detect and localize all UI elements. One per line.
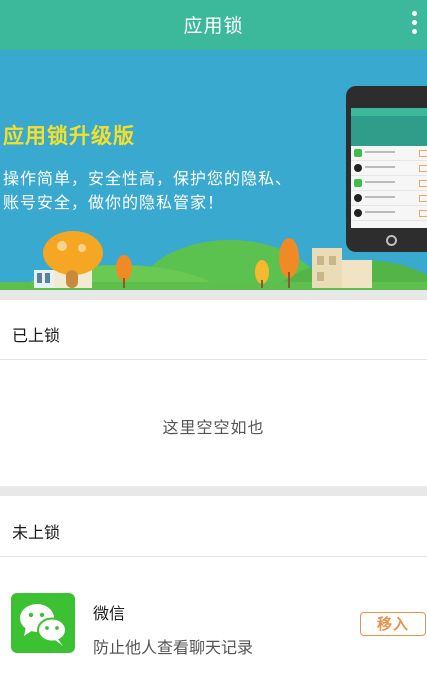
section-gap <box>0 290 427 300</box>
page-title: 应用锁 <box>183 15 244 37</box>
unlocked-section-title: 未上锁 <box>12 523 61 542</box>
app-description: 防止他人查看聊天记录 <box>93 638 254 657</box>
upgrade-banner[interactable]: 应用锁升级版 操作简单，安全性高，保护您的隐私、账号安全，做你的隐私管家！ <box>0 50 427 290</box>
top-app-bar: 应用锁 <box>0 0 427 50</box>
divider <box>0 556 427 557</box>
banner-headline: 应用锁升级版 <box>3 124 135 148</box>
move-in-button[interactable]: 移入 <box>360 612 426 636</box>
app-name: 微信 <box>93 604 126 623</box>
wechat-icon <box>11 593 75 653</box>
section-gap <box>0 486 427 496</box>
divider <box>0 359 427 360</box>
more-options-icon[interactable] <box>407 11 421 37</box>
app-list-item[interactable]: 微信 防止他人查看聊天记录 移入 <box>0 572 427 672</box>
locked-section-title: 已上锁 <box>12 326 61 345</box>
banner-description: 操作简单，安全性高，保护您的隐私、账号安全，做你的隐私管家！ <box>3 169 293 212</box>
phone-mockup-image <box>346 86 427 252</box>
locked-empty-text: 这里空空如也 <box>162 418 265 437</box>
